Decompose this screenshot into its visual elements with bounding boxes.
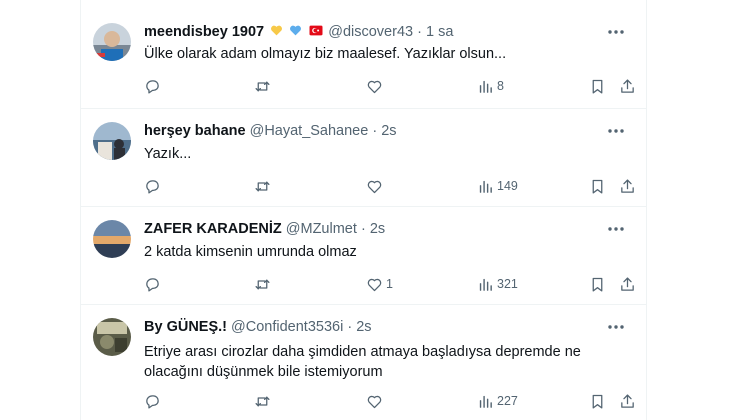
bookmark-button[interactable]	[589, 176, 606, 196]
reply-button[interactable]	[144, 76, 164, 96]
views-count: 149	[497, 179, 518, 193]
bookmark-icon	[592, 394, 603, 409]
avatar[interactable]	[93, 220, 131, 258]
display-name[interactable]: ZAFER KARADENİZ	[144, 221, 282, 237]
tweet[interactable]: By GÜNEŞ.! @Confident3536i · 2s Etriye a…	[81, 304, 646, 420]
repost-icon	[255, 81, 270, 91]
like-icon	[367, 80, 382, 93]
avatar[interactable]	[93, 23, 131, 61]
action-bar: 227	[144, 391, 634, 411]
tweet-text: 2 katda kimsenin umrunda olmaz	[144, 244, 357, 260]
action-bar: 8	[144, 76, 634, 96]
separator-dot: ·	[360, 221, 366, 237]
avatar[interactable]	[93, 318, 131, 356]
share-icon	[621, 276, 634, 291]
yellow-heart-icon	[271, 25, 283, 36]
views-button[interactable]: 321	[477, 274, 518, 294]
views-button[interactable]: 227	[477, 391, 518, 411]
like-button[interactable]	[366, 391, 386, 411]
tweet-text: Yazık...	[144, 146, 192, 162]
user-handle[interactable]: @Confident3536i	[231, 319, 343, 335]
share-icon	[621, 393, 634, 408]
tweet[interactable]: herşey bahane @Hayat_Sahanee · 2s Yazık.…	[81, 108, 646, 207]
more-icon[interactable]	[604, 219, 628, 239]
tweet-text-line: olacağını düşünmek bile istemiyorum	[144, 364, 383, 380]
views-count: 227	[497, 394, 518, 408]
bookmark-button[interactable]	[589, 274, 606, 294]
separator-dot: ·	[417, 24, 422, 40]
views-count: 321	[497, 277, 518, 291]
repost-icon	[255, 396, 270, 406]
share-button[interactable]	[619, 176, 636, 196]
like-icon	[367, 278, 382, 291]
like-button[interactable]: 1	[366, 274, 393, 294]
like-icon	[367, 395, 382, 408]
views-icon	[479, 180, 492, 193]
display-name[interactable]: meendisbey 1907	[144, 24, 264, 40]
reply-feed: meendisbey 1907 @discover43 · 1 sa Ülke …	[80, 0, 647, 420]
tweet-text: Ülke olarak adam olmayız biz maalesef. Y…	[144, 46, 507, 62]
repost-button[interactable]	[254, 76, 274, 96]
share-icon	[621, 78, 634, 93]
blue-heart-icon	[290, 25, 302, 36]
views-count: 8	[497, 79, 504, 93]
reply-icon	[146, 79, 159, 94]
reply-button[interactable]	[144, 176, 164, 196]
views-icon	[479, 80, 492, 93]
share-button[interactable]	[619, 76, 636, 96]
timestamp[interactable]: 2s	[381, 123, 396, 139]
reply-icon	[146, 179, 159, 194]
views-icon	[479, 395, 492, 408]
bookmark-icon	[592, 277, 603, 292]
tweet-text-line: Etriye arası cirozlar daha şimdiden atma…	[144, 344, 581, 360]
bookmark-icon	[592, 79, 603, 94]
like-icon	[367, 180, 382, 193]
tweet[interactable]: ZAFER KARADENİZ @MZulmet · 2s 2 katda ki…	[81, 206, 646, 305]
more-icon[interactable]	[604, 121, 628, 141]
views-icon	[479, 278, 492, 291]
separator-dot: ·	[372, 123, 378, 139]
repost-button[interactable]	[254, 176, 274, 196]
like-button[interactable]	[366, 176, 386, 196]
bookmark-button[interactable]	[589, 76, 606, 96]
share-icon	[621, 178, 634, 193]
tweet[interactable]: meendisbey 1907 @discover43 · 1 sa Ülke …	[81, 0, 646, 109]
reply-button[interactable]	[144, 274, 164, 294]
user-handle[interactable]: @Hayat_Sahanee	[250, 123, 369, 139]
display-name[interactable]: herşey bahane	[144, 123, 246, 139]
avatar[interactable]	[93, 122, 131, 160]
tweet-header: ZAFER KARADENİZ @MZulmet · 2s	[144, 221, 385, 237]
user-handle[interactable]: @MZulmet	[286, 221, 357, 237]
timestamp[interactable]: 2s	[370, 221, 385, 237]
repost-icon	[255, 279, 270, 289]
more-icon[interactable]	[604, 22, 628, 42]
tweet-header: meendisbey 1907 @discover43 · 1 sa	[144, 24, 453, 40]
like-count: 1	[386, 277, 393, 291]
views-button[interactable]: 149	[477, 176, 518, 196]
more-icon[interactable]	[604, 317, 628, 337]
bookmark-icon	[592, 179, 603, 194]
bookmark-button[interactable]	[589, 391, 606, 411]
share-button[interactable]	[619, 391, 636, 411]
repost-button[interactable]	[254, 391, 274, 411]
tweet-header: herşey bahane @Hayat_Sahanee · 2s	[144, 123, 397, 139]
timestamp[interactable]: 2s	[356, 319, 371, 335]
repost-button[interactable]	[254, 274, 274, 294]
like-button[interactable]	[366, 76, 386, 96]
display-name[interactable]: By GÜNEŞ.!	[144, 319, 227, 335]
separator-dot: ·	[347, 319, 353, 335]
reply-button[interactable]	[144, 391, 164, 411]
tweet-header: By GÜNEŞ.! @Confident3536i · 2s	[144, 319, 372, 335]
views-button[interactable]: 8	[477, 76, 504, 96]
turkey-flag-icon	[309, 25, 323, 36]
tweet-text: Etriye arası cirozlar daha şimdiden atma…	[144, 342, 614, 382]
action-bar: 1 321	[144, 274, 634, 294]
share-button[interactable]	[619, 274, 636, 294]
repost-icon	[255, 181, 270, 191]
action-bar: 149	[144, 176, 634, 196]
reply-icon	[146, 394, 159, 409]
timestamp[interactable]: 1 sa	[426, 24, 453, 40]
reply-icon	[146, 277, 159, 292]
user-handle[interactable]: @discover43	[328, 24, 413, 40]
